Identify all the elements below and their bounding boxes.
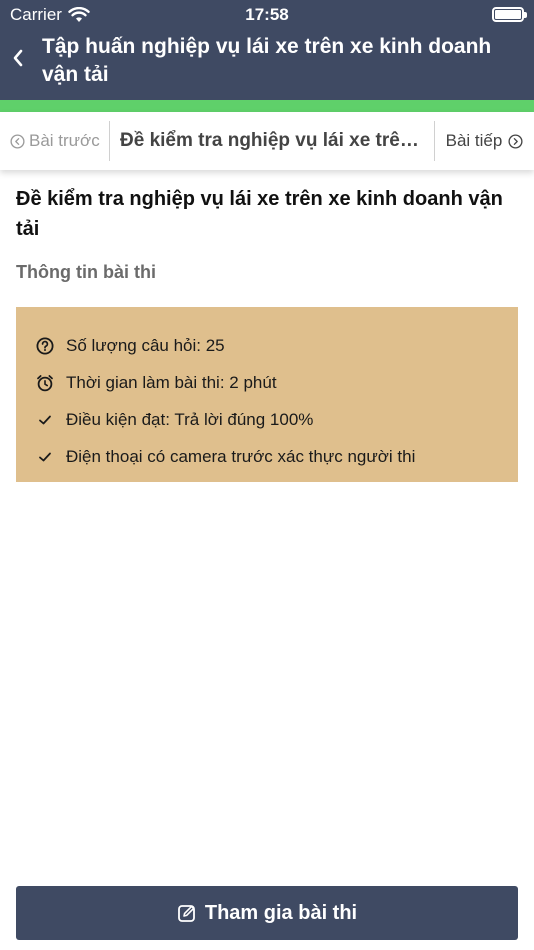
info-text: Điện thoại có camera trước xác thực ngườ…	[66, 446, 416, 466]
info-row-question-count: Số lượng câu hỏi: 25	[36, 327, 498, 364]
next-lesson-button[interactable]: Bài tiếp	[434, 121, 534, 161]
app-header: Carrier 17:58 Tập huấn nghiệp vụ lái xe …	[0, 0, 534, 100]
exam-info-box: Số lượng câu hỏi: 25 Thời gian làm bài t…	[16, 307, 518, 482]
status-bar: Carrier 17:58	[0, 0, 534, 30]
join-exam-label: Tham gia bài thi	[204, 901, 358, 924]
previous-lesson-button[interactable]: Bài trước	[0, 121, 110, 161]
status-time: 17:58	[245, 5, 289, 24]
info-row-duration: Thời gian làm bài thi: 2 phút	[36, 364, 498, 401]
edit-icon	[177, 905, 195, 922]
exam-title: Đề kiểm tra nghiệp vụ lái xe trên xe kin…	[16, 188, 503, 240]
lesson-navigation: Bài trước Đề kiểm tra nghiệp vụ lái xe t…	[0, 112, 534, 170]
info-row-camera-requirement: Điện thoại có camera trước xác thực ngườ…	[36, 438, 498, 475]
info-text: Điều kiện đạt: Trả lời đúng 100%	[66, 409, 314, 429]
back-button[interactable]	[6, 46, 30, 70]
navigation-bar: Tập huấn nghiệp vụ lái xe trên xe kinh d…	[0, 30, 534, 100]
current-lesson-title: Đề kiểm tra nghiệp vụ lái xe trên xe kin…	[120, 130, 434, 151]
chevron-left-icon	[13, 49, 23, 67]
question-circle-icon	[36, 337, 54, 355]
chevron-left-circle-icon	[10, 133, 25, 149]
join-exam-button[interactable]: Tham gia bài thi	[16, 886, 518, 940]
info-text: Thời gian làm bài thi: 2 phút	[66, 372, 277, 392]
progress-bar	[0, 100, 534, 112]
info-text: Số lượng câu hỏi: 25	[66, 335, 225, 355]
alarm-clock-icon	[36, 374, 54, 392]
battery-icon	[492, 7, 527, 22]
page-title: Tập huấn nghiệp vụ lái xe trên xe kinh d…	[42, 35, 492, 86]
section-title: Thông tin bài thi	[16, 262, 156, 282]
info-row-pass-condition: Điều kiện đạt: Trả lời đúng 100%	[36, 401, 498, 438]
check-icon	[36, 411, 54, 429]
chevron-right-circle-icon	[508, 133, 523, 149]
next-lesson-label: Bài tiếp	[445, 131, 503, 150]
previous-lesson-label: Bài trước	[29, 131, 100, 150]
check-icon	[36, 448, 54, 466]
